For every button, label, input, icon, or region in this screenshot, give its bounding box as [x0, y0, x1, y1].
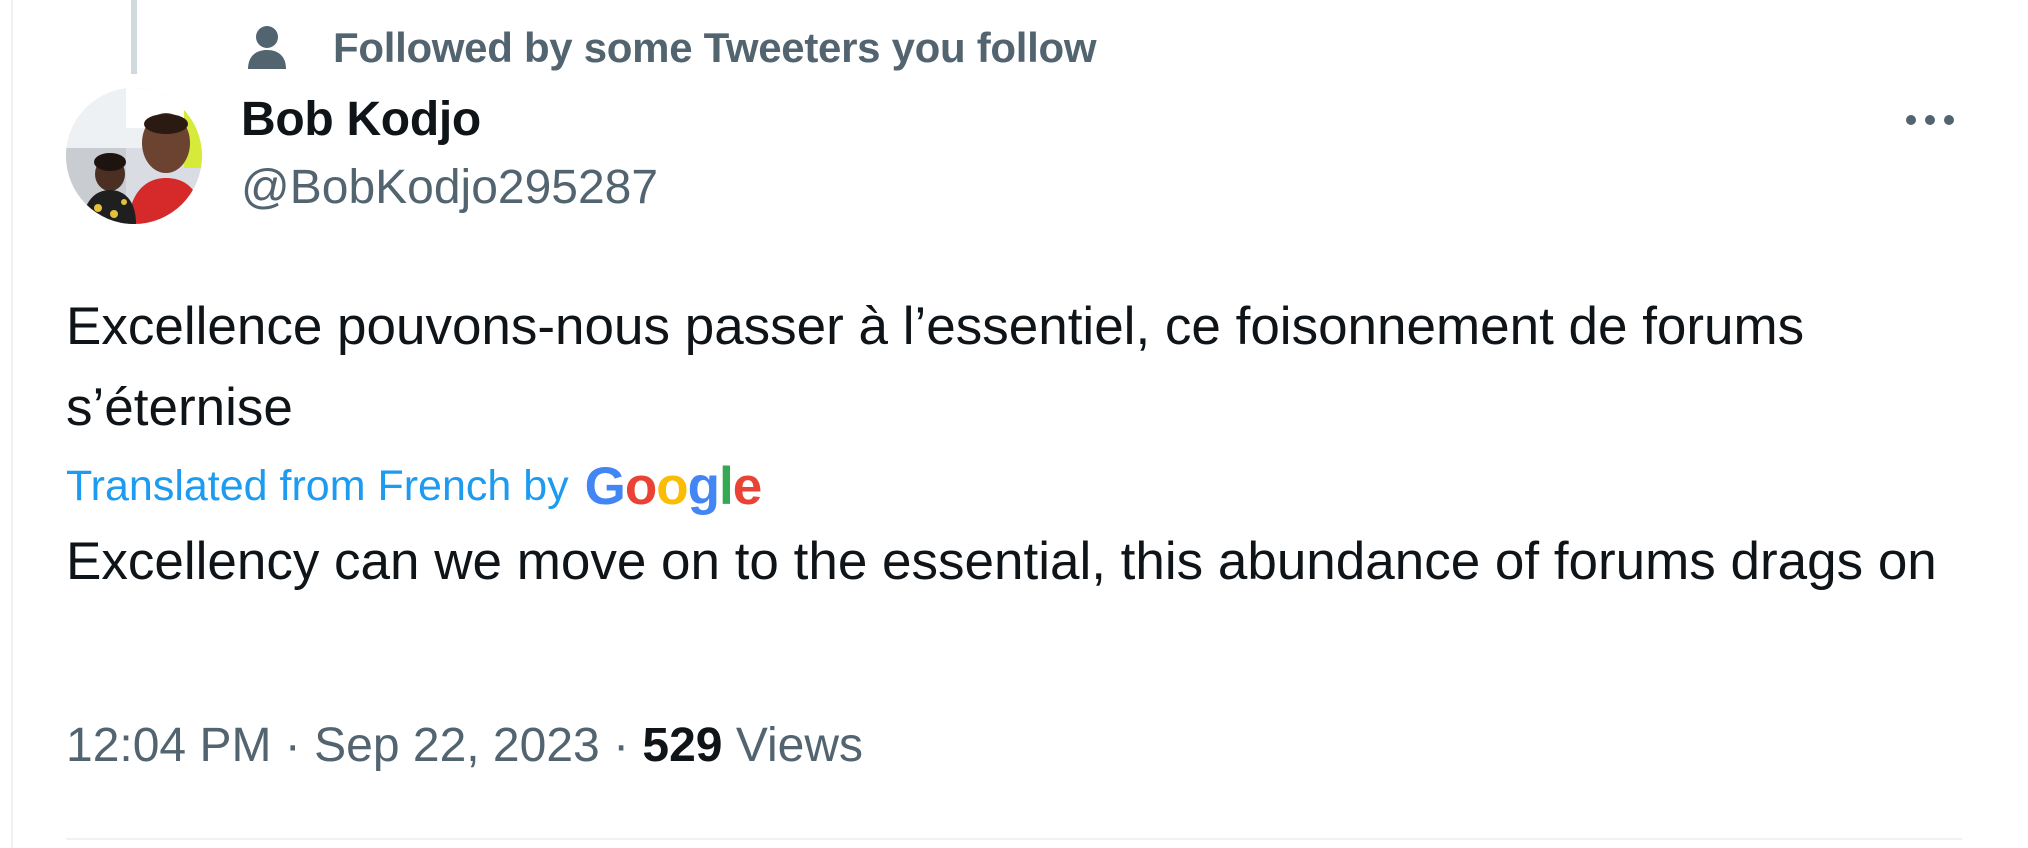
views-label[interactable]: Views	[736, 719, 863, 772]
social-context-text: Followed by some Tweeters you follow	[333, 24, 1097, 71]
more-horizontal-icon	[1905, 113, 1955, 131]
card-left-border	[11, 0, 13, 848]
google-logo: Google	[584, 456, 763, 516]
author-handle[interactable]: @BobKodjo295287	[241, 160, 658, 215]
social-context[interactable]: Followed by some Tweeters you follow	[245, 18, 1097, 78]
translation-attribution[interactable]: Translated from French by Google	[66, 456, 763, 516]
meta-separator: ·	[284, 719, 301, 772]
tweet-card[interactable]: Followed by some Tweeters you follow Bob…	[0, 0, 2028, 848]
person-icon	[245, 24, 289, 72]
meta-separator: ·	[613, 719, 630, 772]
views-count[interactable]: 529	[642, 719, 722, 772]
translated-from-label[interactable]: Translated from French by	[66, 462, 569, 511]
tweet-time[interactable]: 12:04 PM	[66, 719, 271, 772]
more-options-button[interactable]	[1890, 100, 1970, 144]
avatar[interactable]	[66, 88, 202, 224]
author-display-name[interactable]: Bob Kodjo	[241, 92, 481, 147]
thread-connector-line	[131, 0, 137, 74]
translated-tweet-text: Excellency can we move on to the essenti…	[66, 532, 1937, 591]
divider	[66, 838, 1962, 840]
tweet-date[interactable]: Sep 22, 2023	[314, 719, 600, 772]
tweet-text: Excellence pouvons-nous passer à l’essen…	[66, 297, 1805, 437]
tweet-meta: 12:04 PM · Sep 22, 2023 · 529 Views	[66, 718, 863, 773]
